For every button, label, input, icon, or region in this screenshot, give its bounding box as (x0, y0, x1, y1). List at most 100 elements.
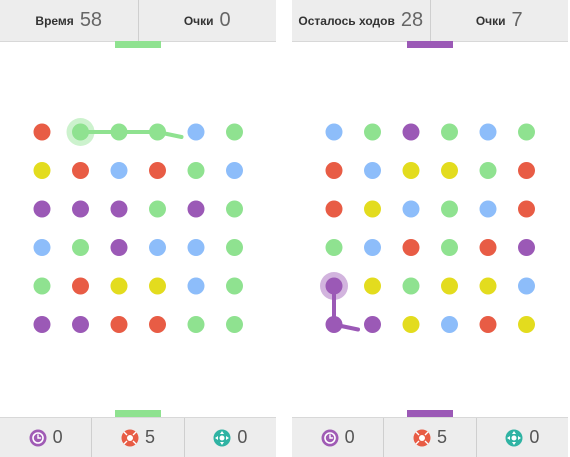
dot[interactable] (33, 239, 51, 256)
dot[interactable] (518, 239, 535, 256)
dot[interactable] (441, 162, 458, 179)
dot[interactable] (325, 162, 343, 179)
dot[interactable] (441, 277, 458, 295)
dot-board[interactable] (292, 110, 568, 340)
dot[interactable] (226, 123, 243, 141)
dot[interactable] (441, 123, 458, 141)
dot[interactable] (364, 123, 381, 141)
dot[interactable] (110, 162, 128, 179)
top-stats-bar: Время 58 Очки 0 (0, 0, 276, 42)
moves-left-stat: Осталось ходов 28 (292, 0, 430, 41)
powerup-bar: 0 5 0 (0, 417, 276, 457)
score-value: 0 (219, 9, 231, 31)
dot-board[interactable] (0, 110, 276, 340)
dot[interactable] (479, 123, 497, 141)
powerup-time-stop[interactable]: 0 (292, 418, 383, 457)
dot[interactable] (226, 277, 243, 295)
dot[interactable] (110, 123, 128, 141)
dot[interactable] (402, 123, 420, 141)
moves-left-value: 28 (400, 9, 424, 31)
dot[interactable] (325, 239, 343, 256)
dot[interactable] (441, 239, 458, 256)
dot-grid[interactable] (0, 110, 276, 340)
powerup-time-stop[interactable]: 0 (0, 418, 91, 457)
dot[interactable] (149, 316, 166, 333)
dot[interactable] (110, 200, 128, 218)
dot[interactable] (402, 200, 420, 218)
dot[interactable] (187, 277, 205, 295)
dot[interactable] (187, 162, 205, 179)
score-stat: Очки 7 (429, 0, 569, 41)
dot[interactable] (72, 277, 89, 295)
dot[interactable] (187, 316, 205, 333)
time-label: Время (35, 13, 74, 28)
dot[interactable] (364, 277, 381, 295)
dot[interactable] (518, 200, 535, 218)
moves-left-label: Осталось ходов (298, 13, 395, 28)
dot[interactable] (149, 123, 166, 141)
dot[interactable] (33, 316, 51, 333)
dot[interactable] (72, 316, 89, 333)
dot[interactable] (149, 277, 166, 295)
dot[interactable] (364, 162, 381, 179)
powerup-expander[interactable]: 0 (475, 418, 568, 457)
powerup-shrinker[interactable]: 5 (383, 418, 475, 457)
dot[interactable] (110, 239, 128, 256)
dot[interactable] (33, 123, 51, 141)
dot[interactable] (479, 239, 497, 256)
dot[interactable] (226, 316, 243, 333)
dot[interactable] (325, 316, 343, 333)
powerup-count: 5 (436, 427, 447, 447)
dot[interactable] (518, 123, 535, 141)
dot[interactable] (364, 316, 381, 333)
dot[interactable] (72, 200, 89, 218)
dot[interactable] (110, 277, 128, 295)
time-value: 58 (79, 9, 103, 31)
dot[interactable] (72, 239, 89, 256)
dot[interactable] (33, 162, 51, 179)
powerup-shrinker[interactable]: 5 (91, 418, 183, 457)
expander-icon (213, 429, 231, 446)
dot[interactable] (402, 277, 420, 295)
dot[interactable] (441, 200, 458, 218)
dot[interactable] (364, 239, 381, 256)
dot[interactable] (226, 162, 243, 179)
dot[interactable] (110, 316, 128, 333)
dot[interactable] (441, 316, 458, 333)
dot[interactable] (33, 200, 51, 218)
dot[interactable] (402, 239, 420, 256)
dot[interactable] (479, 162, 497, 179)
dot[interactable] (402, 316, 420, 333)
dot[interactable] (518, 162, 535, 179)
dot[interactable] (226, 239, 243, 256)
dot[interactable] (518, 316, 535, 333)
dot[interactable] (402, 162, 420, 179)
dot[interactable] (33, 277, 51, 295)
powerup-bar: 0 5 0 (292, 417, 568, 457)
powerup-expander[interactable]: 0 (183, 418, 276, 457)
shrinker-icon (413, 429, 431, 446)
dot[interactable] (72, 162, 89, 179)
dot[interactable] (226, 200, 243, 218)
dot[interactable] (325, 200, 343, 218)
dot[interactable] (149, 200, 166, 218)
dot[interactable] (364, 200, 381, 218)
dot[interactable] (149, 162, 166, 179)
time-stop-icon (321, 429, 339, 446)
dot[interactable] (187, 239, 205, 256)
dot[interactable] (149, 239, 166, 256)
dot[interactable] (325, 277, 343, 295)
dot[interactable] (479, 200, 497, 218)
powerup-count: 0 (344, 427, 355, 447)
dot[interactable] (187, 200, 205, 218)
dot[interactable] (518, 277, 535, 295)
expand-center (511, 435, 517, 440)
dot-grid[interactable] (292, 110, 568, 340)
dot[interactable] (479, 316, 497, 333)
left-game-screen: Время 58 Очки 0 0 5 0 (0, 0, 276, 457)
dot[interactable] (325, 123, 343, 141)
dot[interactable] (72, 123, 89, 141)
dot[interactable] (187, 123, 205, 141)
dot[interactable] (479, 277, 497, 295)
score-value: 7 (511, 9, 523, 31)
